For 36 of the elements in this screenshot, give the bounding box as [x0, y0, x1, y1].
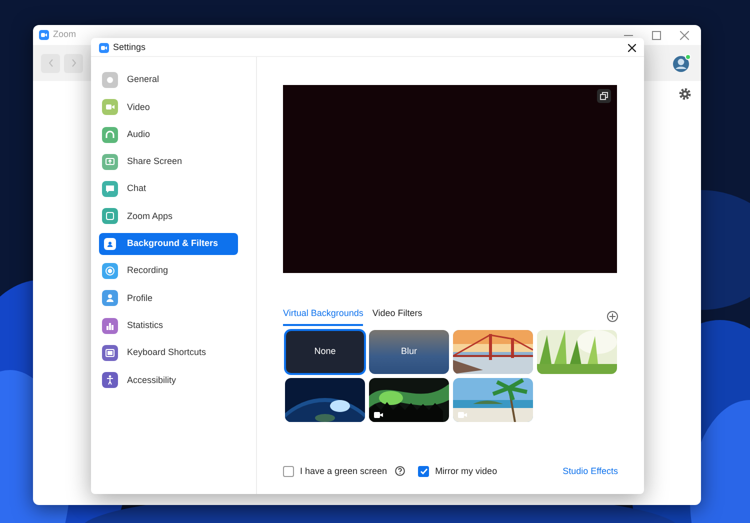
- checkbox-label: I have a green screen: [300, 464, 388, 478]
- close-icon[interactable]: [628, 44, 636, 52]
- window-title: Zoom: [53, 28, 76, 42]
- background-option[interactable]: None: [285, 330, 365, 374]
- sidebar-item[interactable]: General: [99, 69, 238, 91]
- settings-icon[interactable]: [679, 88, 691, 100]
- checkbox-label: Mirror my video: [435, 464, 498, 478]
- background-option[interactable]: Blur: [369, 330, 449, 374]
- help-icon[interactable]: [395, 466, 406, 476]
- app-logo-icon: [39, 30, 49, 40]
- sidebar-item[interactable]: Video: [99, 96, 238, 118]
- maximize-icon[interactable]: [652, 30, 661, 40]
- chevron-left-icon: [48, 59, 52, 67]
- sidebar-item[interactable]: Share Screen: [99, 150, 238, 173]
- sidebar-item[interactable]: Audio: [99, 124, 238, 146]
- sidebar-item[interactable]: Background & Filters: [99, 232, 238, 255]
- tab[interactable]: Virtual Backgrounds: [283, 307, 364, 326]
- checkbox[interactable]: [418, 466, 430, 477]
- app-logo-icon: [99, 42, 109, 52]
- studio-effects-link[interactable]: Studio Effects: [562, 464, 618, 478]
- sidebar-item[interactable]: Accessibility: [99, 369, 238, 392]
- sidebar-item[interactable]: Recording: [99, 260, 238, 282]
- sidebar-item[interactable]: Keyboard Shortcuts: [99, 342, 238, 364]
- add-icon[interactable]: [607, 310, 618, 322]
- checkmark-icon: [420, 468, 428, 475]
- tab[interactable]: Video Filters: [372, 307, 422, 326]
- sidebar-item[interactable]: Zoom Apps: [99, 205, 238, 228]
- chevron-right-icon: [72, 59, 76, 67]
- minimize-icon[interactable]: [624, 34, 633, 36]
- avatar-icon[interactable]: [672, 54, 691, 72]
- sidebar-item[interactable]: Profile: [99, 287, 238, 310]
- sidebar-item[interactable]: Chat: [99, 178, 238, 200]
- dialog-title: Settings: [113, 40, 146, 54]
- copy-icon[interactable]: [597, 89, 611, 103]
- checkbox[interactable]: [283, 466, 294, 477]
- sidebar-item[interactable]: Statistics: [99, 314, 238, 337]
